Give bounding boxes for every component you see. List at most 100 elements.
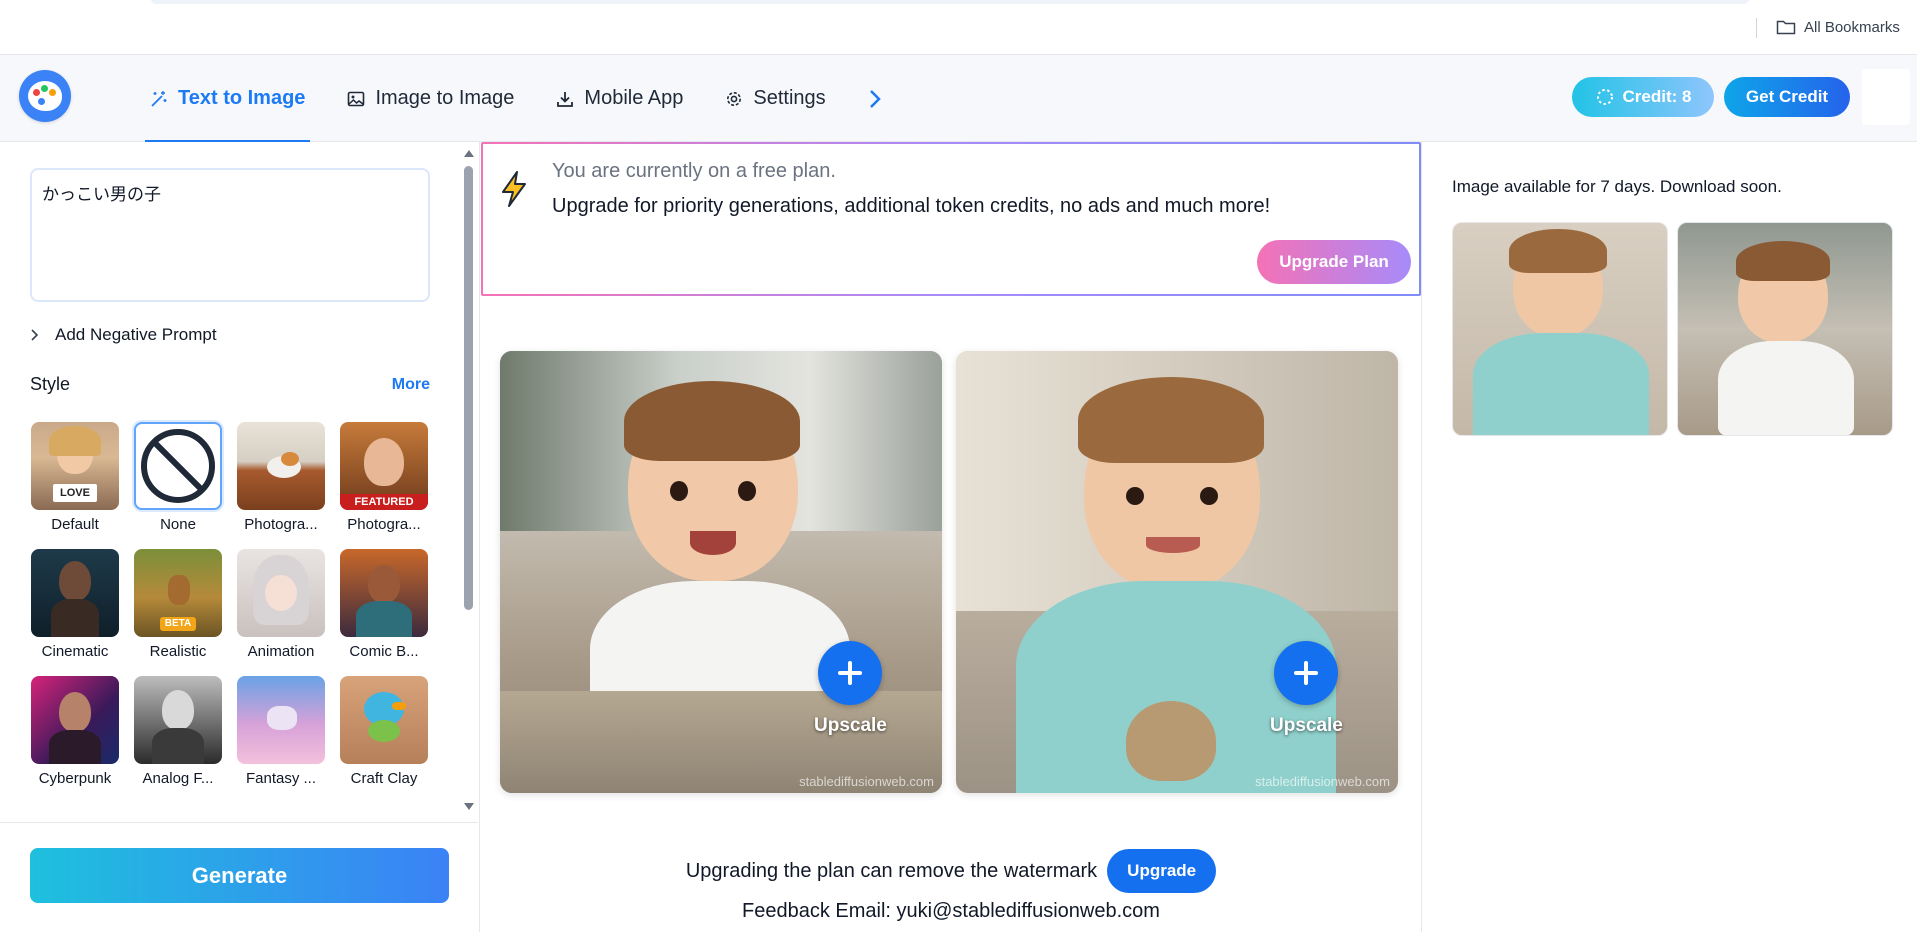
address-bar-edge: [150, 0, 1750, 4]
history-thumbnail-2[interactable]: [1677, 222, 1893, 436]
nav-next-arrow[interactable]: [863, 87, 887, 111]
style-option-craft-clay[interactable]: Craft Clay: [339, 676, 429, 787]
tab-settings[interactable]: Settings: [720, 55, 830, 142]
tab-mobile-app[interactable]: Mobile App: [551, 55, 688, 142]
credit-badge[interactable]: Credit: 8: [1572, 77, 1714, 117]
main-content: You are currently on a free plan. Upgrad…: [481, 142, 1421, 932]
palette-icon: [28, 81, 62, 111]
style-option-photographic-featured[interactable]: FEATURED Photogra...: [339, 422, 429, 533]
upscale-label: Upscale: [814, 715, 887, 736]
generate-button[interactable]: Generate: [30, 848, 449, 903]
image-mouth: [1146, 537, 1200, 553]
style-option-cinematic[interactable]: Cinematic: [30, 549, 120, 660]
tab-label: Mobile App: [584, 87, 684, 109]
image-eye: [1200, 487, 1218, 505]
style-label: Fantasy ...: [245, 770, 317, 787]
add-negative-prompt-toggle[interactable]: Add Negative Prompt: [30, 325, 217, 345]
style-thumbnail: [31, 676, 119, 764]
thumb-hair: [1509, 229, 1607, 273]
all-bookmarks-button[interactable]: All Bookmarks: [1776, 18, 1900, 36]
image-hair: [1078, 377, 1264, 463]
upscale-button[interactable]: [818, 641, 883, 705]
style-label: Photogra...: [347, 516, 421, 533]
image-eye: [738, 481, 756, 501]
result-image-1[interactable]: Upscale stablediffusionweb.com: [500, 351, 942, 793]
style-thumbnail: BETA: [134, 549, 222, 637]
style-thumbnail: [237, 676, 325, 764]
style-option-cyberpunk[interactable]: Cyberpunk: [30, 676, 120, 787]
banner-upgrade-text: Upgrade for priority generations, additi…: [552, 195, 1271, 217]
image-eye: [670, 481, 688, 501]
style-badge: LOVE: [53, 484, 97, 502]
style-option-comic-book[interactable]: Comic B...: [339, 549, 429, 660]
style-label: Comic B...: [349, 643, 419, 660]
upscale-control[interactable]: Upscale: [814, 641, 887, 737]
style-option-fantasy[interactable]: Fantasy ...: [236, 676, 326, 787]
negative-prompt-label: Add Negative Prompt: [55, 325, 217, 344]
tab-label: Text to Image: [178, 87, 306, 109]
free-plan-banner: You are currently on a free plan. Upgrad…: [481, 142, 1421, 296]
generate-area: Generate: [0, 822, 478, 932]
style-label: Realistic: [149, 643, 207, 660]
upgrade-button[interactable]: Upgrade: [1107, 849, 1217, 893]
style-label: Craft Clay: [350, 770, 418, 787]
style-option-none[interactable]: None: [133, 422, 223, 533]
upscale-button[interactable]: [1274, 641, 1339, 705]
app-header: Text to Image Image to Image Mobile App …: [0, 55, 1917, 142]
watermark-note-text: Upgrading the plan can remove the waterm…: [685, 859, 1098, 882]
tab-label: Settings: [753, 87, 826, 109]
image-heart-print: [1126, 701, 1216, 781]
get-credit-button[interactable]: Get Credit: [1724, 77, 1850, 117]
style-badge: BETA: [160, 617, 196, 631]
style-label: None: [160, 516, 196, 533]
watermark-note: Upgrading the plan can remove the waterm…: [481, 849, 1421, 893]
style-option-analog-film[interactable]: Analog F...: [133, 676, 223, 787]
plus-icon: [838, 661, 863, 685]
loading-dots-icon: [1596, 89, 1613, 105]
banner-plan-text: You are currently on a free plan.: [552, 160, 836, 182]
style-thumbnail: [340, 549, 428, 637]
style-option-animation[interactable]: Animation: [236, 549, 326, 660]
style-label: Default: [51, 516, 99, 533]
prompt-input[interactable]: かっこい男の子: [30, 168, 430, 302]
style-more-link[interactable]: More: [392, 376, 430, 394]
magic-wand-icon: [151, 90, 167, 107]
style-label: Cyberpunk: [38, 770, 112, 787]
scroll-down-arrow-icon[interactable]: [464, 803, 474, 810]
main-nav: Text to Image Image to Image Mobile App …: [145, 55, 887, 142]
style-thumbnail: [237, 549, 325, 637]
style-option-photographic[interactable]: Photogra...: [236, 422, 326, 533]
style-label: Photogra...: [244, 516, 318, 533]
style-option-realistic[interactable]: BETA Realistic: [133, 549, 223, 660]
tab-image-to-image[interactable]: Image to Image: [342, 55, 519, 142]
thumb-shirt: [1718, 341, 1854, 435]
upscale-control[interactable]: Upscale: [1270, 641, 1343, 737]
style-grid: LOVE Default None Photogra... FEATURED P…: [30, 422, 440, 787]
history-thumbnail-1[interactable]: [1452, 222, 1668, 436]
style-option-default[interactable]: LOVE Default: [30, 422, 120, 533]
upgrade-plan-button[interactable]: Upgrade Plan: [1257, 240, 1411, 284]
credit-label: Credit: 8: [1622, 87, 1692, 106]
tab-text-to-image[interactable]: Text to Image: [145, 55, 311, 142]
prohibited-icon: [141, 429, 215, 503]
scrollbar-thumb[interactable]: [464, 166, 473, 610]
style-header: Style More: [30, 374, 430, 395]
image-mouth: [690, 531, 736, 555]
image-icon: [348, 91, 365, 106]
scroll-up-arrow-icon[interactable]: [464, 150, 474, 157]
tab-label: Image to Image: [375, 87, 515, 109]
style-label: Animation: [247, 643, 315, 660]
style-label: Cinematic: [41, 643, 109, 660]
sidebar-scrollbar[interactable]: [462, 150, 476, 810]
lightning-bolt-icon: [502, 171, 526, 207]
style-label: Analog F...: [142, 770, 214, 787]
chevron-right-icon: [31, 329, 39, 341]
image-eye: [1126, 487, 1144, 505]
app-logo[interactable]: [19, 70, 71, 122]
availability-notice: Image available for 7 days. Download soo…: [1452, 177, 1782, 196]
style-thumbnail: [237, 422, 325, 510]
thumb-hair: [1736, 241, 1830, 281]
result-image-2[interactable]: Upscale stablediffusionweb.com: [956, 351, 1398, 793]
thumb-shirt: [1473, 333, 1649, 435]
all-bookmarks-label: All Bookmarks: [1804, 18, 1900, 36]
